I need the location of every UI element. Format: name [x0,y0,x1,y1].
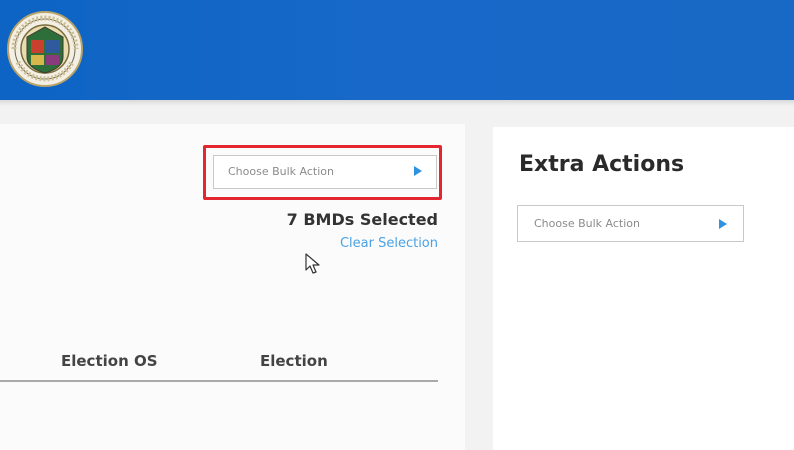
caret-right-icon [719,219,727,229]
column-header-election-os[interactable]: Election OS [61,352,158,370]
caret-right-icon [414,166,422,176]
extra-action-select[interactable]: Choose Bulk Action [517,205,744,242]
mouse-pointer-icon [305,253,320,274]
selected-count: 7 BMDs Selected [286,210,438,229]
clear-selection-link[interactable]: Clear Selection [250,236,438,251]
page: Choose Bulk Action 7 BMDs Selected Clear… [0,0,794,450]
table-header: Election OS Election [0,352,438,380]
column-header-election[interactable]: Election [260,352,328,370]
header-bar [0,0,794,100]
county-seal-icon[interactable] [6,10,84,88]
header-shadow [0,100,794,106]
bulk-action-select[interactable]: Choose Bulk Action [213,155,437,189]
table-header-divider [0,380,438,382]
bulk-action-placeholder: Choose Bulk Action [228,165,334,178]
extra-actions-title: Extra Actions [519,152,685,177]
extra-action-placeholder: Choose Bulk Action [534,217,640,230]
